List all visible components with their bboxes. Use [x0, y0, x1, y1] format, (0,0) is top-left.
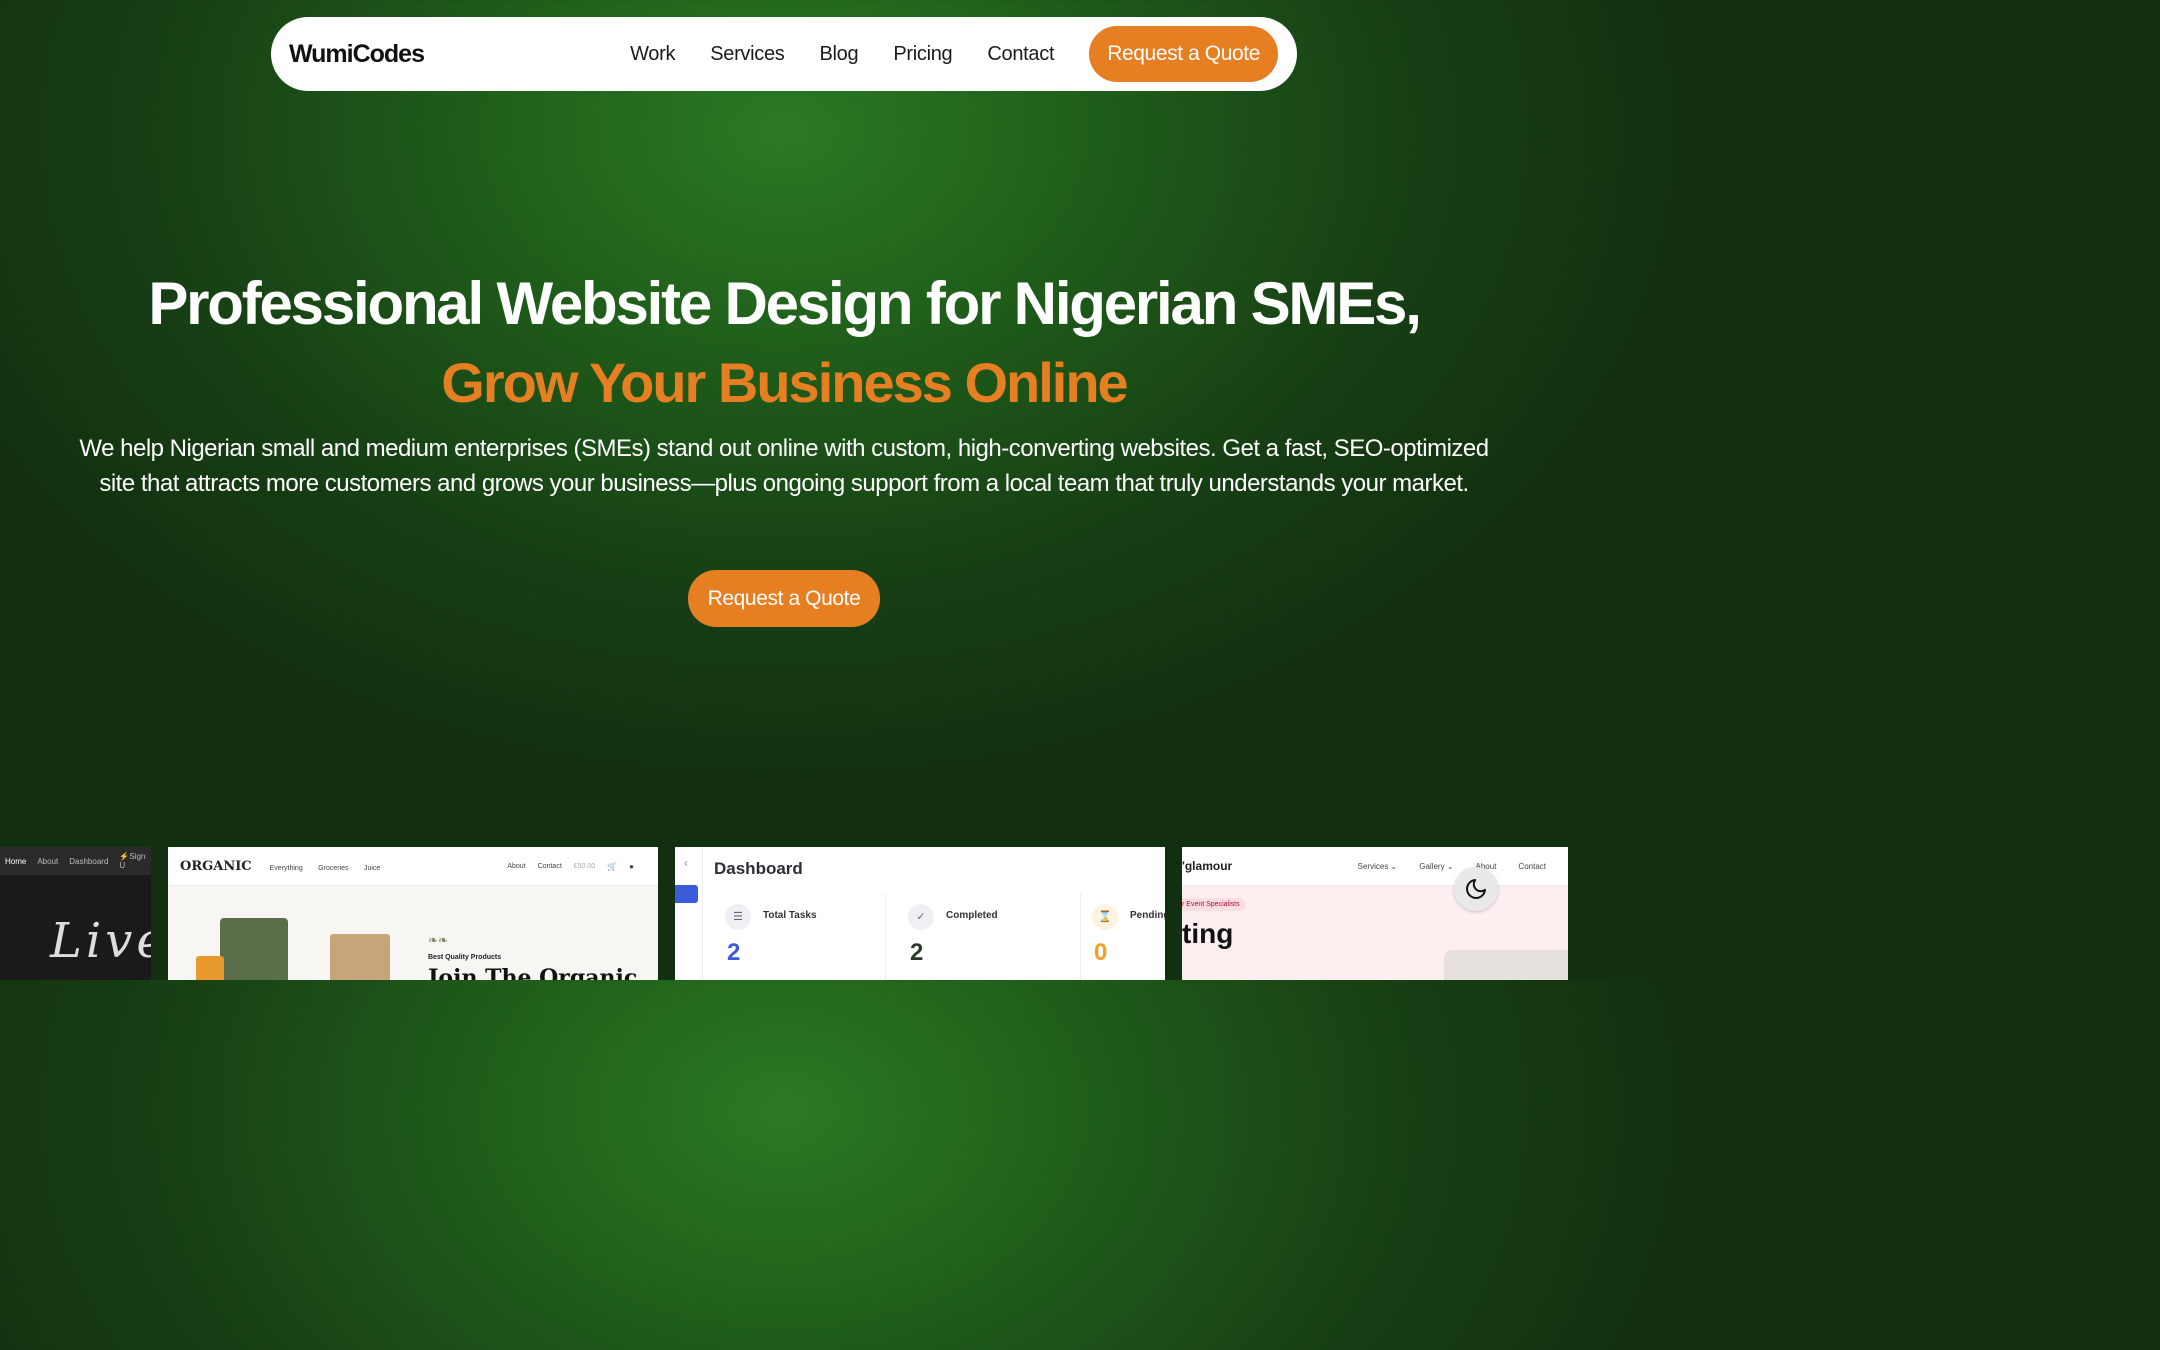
card-navbar: 'glamour Services ⌄ Gallery ⌄ About Cont… [1182, 847, 1568, 886]
card-nav-item: Gallery ⌄ [1419, 861, 1454, 871]
portfolio-card-organic[interactable]: ORGANIC Everything Groceries Juice About… [168, 847, 658, 980]
nav-links: Work Services Blog Pricing Contact Reque… [630, 26, 1278, 82]
card-headline: ting [1182, 918, 1234, 949]
stat-divider [885, 893, 886, 980]
leaf-icon: ❧❧ [428, 933, 449, 947]
user-icon: ● [629, 861, 634, 871]
card-menu: Services ⌄ Gallery ⌄ About Contact [1358, 862, 1568, 871]
product-bag-image [220, 918, 288, 980]
card-nav-item: Everything [269, 865, 303, 872]
hero-description: We help Nigerian small and medium enterp… [79, 435, 1489, 497]
card-navbar: ORGANIC Everything Groceries Juice About… [168, 847, 658, 886]
card-nav-item: Groceries [318, 865, 349, 872]
nav-link-blog[interactable]: Blog [820, 43, 859, 66]
navbar: WumiCodes Work Services Blog Pricing Con… [271, 17, 1297, 91]
portfolio-card-glamour[interactable]: 'glamour Services ⌄ Gallery ⌄ About Cont… [1182, 847, 1568, 980]
stat-label: Pending [1130, 910, 1165, 921]
stat-label: Completed [946, 910, 998, 921]
product-bag-image [330, 934, 390, 980]
card-nav-item: Services ⌄ [1357, 861, 1398, 871]
check-circle-icon: ✓ [908, 904, 934, 930]
card-nav-item: About [507, 862, 526, 870]
moon-icon [1466, 879, 1486, 899]
card-nav-item: Juice [363, 865, 381, 872]
chevron-left-icon: ‹ [684, 856, 688, 870]
card-tagline: Best Quality Products [428, 954, 502, 961]
sidebar-active-item [675, 885, 698, 903]
stat-pending: ⌛ Pending 0 [1082, 899, 1165, 980]
card-tagline: r Event Specialists [1182, 898, 1246, 911]
card-nav-item: About [37, 856, 59, 866]
card-nav-item: Home [5, 856, 27, 866]
nav-link-pricing[interactable]: Pricing [893, 43, 952, 66]
dashboard-sidebar: ‹ [675, 847, 703, 980]
card-nav-item: Contact [1518, 861, 1546, 871]
card-nav-item: ⚡Sign U [119, 852, 146, 870]
stat-completed: ✓ Completed 2 [898, 899, 1068, 980]
card-price: £50.00 [573, 862, 596, 870]
stat-total-tasks: ☰ Total Tasks 2 [715, 899, 885, 980]
stat-divider [1080, 893, 1081, 980]
nav-link-contact[interactable]: Contact [987, 43, 1054, 66]
card-logo: ORGANIC [180, 858, 252, 874]
card-hero-image [1444, 950, 1568, 980]
card-navbar: Home About Dashboard ⚡Sign U [0, 847, 151, 875]
hero-subtitle: Grow Your Business Online [441, 351, 1128, 414]
stat-label: Total Tasks [763, 910, 817, 921]
card-right-menu: About Contact £50.00 🛒 ● [507, 862, 646, 871]
portfolio-card-dashboard[interactable]: ‹ Dashboard ☰ Total Tasks 2 ✓ Completed … [675, 847, 1165, 980]
card-nav-item: Dashboard [69, 856, 109, 866]
nav-link-services[interactable]: Services [710, 43, 785, 66]
portfolio-card-live[interactable]: Home About Dashboard ⚡Sign U Live [0, 847, 151, 980]
stat-value: 2 [910, 939, 924, 966]
card-logo: 'glamour [1182, 859, 1233, 873]
dashboard-title: Dashboard [714, 859, 803, 878]
card-menu: Everything Groceries Juice [270, 857, 392, 875]
portfolio-strip: Home About Dashboard ⚡Sign U Live ORGANI… [0, 847, 1568, 980]
nav-request-quote-button[interactable]: Request a Quote [1089, 26, 1278, 82]
stat-value: 2 [727, 939, 741, 966]
stat-value: 0 [1094, 939, 1108, 966]
theme-toggle-button[interactable] [1454, 867, 1498, 911]
product-jar-image [196, 956, 224, 980]
card-hero: r Event Specialists ting [1182, 886, 1568, 980]
cart-icon: 🛒 [607, 861, 618, 871]
hero-title: Professional Website Design for Nigerian… [148, 270, 1422, 337]
list-icon: ☰ [725, 904, 751, 930]
card-nav-item: Contact [537, 862, 562, 870]
nav-link-work[interactable]: Work [630, 43, 675, 66]
card-script-text: Live [50, 913, 151, 969]
hero-request-quote-button[interactable]: Request a Quote [688, 570, 880, 627]
hourglass-icon: ⌛ [1092, 904, 1118, 930]
card-headline: Join The Organic [428, 965, 638, 980]
logo[interactable]: WumiCodes [289, 40, 425, 69]
